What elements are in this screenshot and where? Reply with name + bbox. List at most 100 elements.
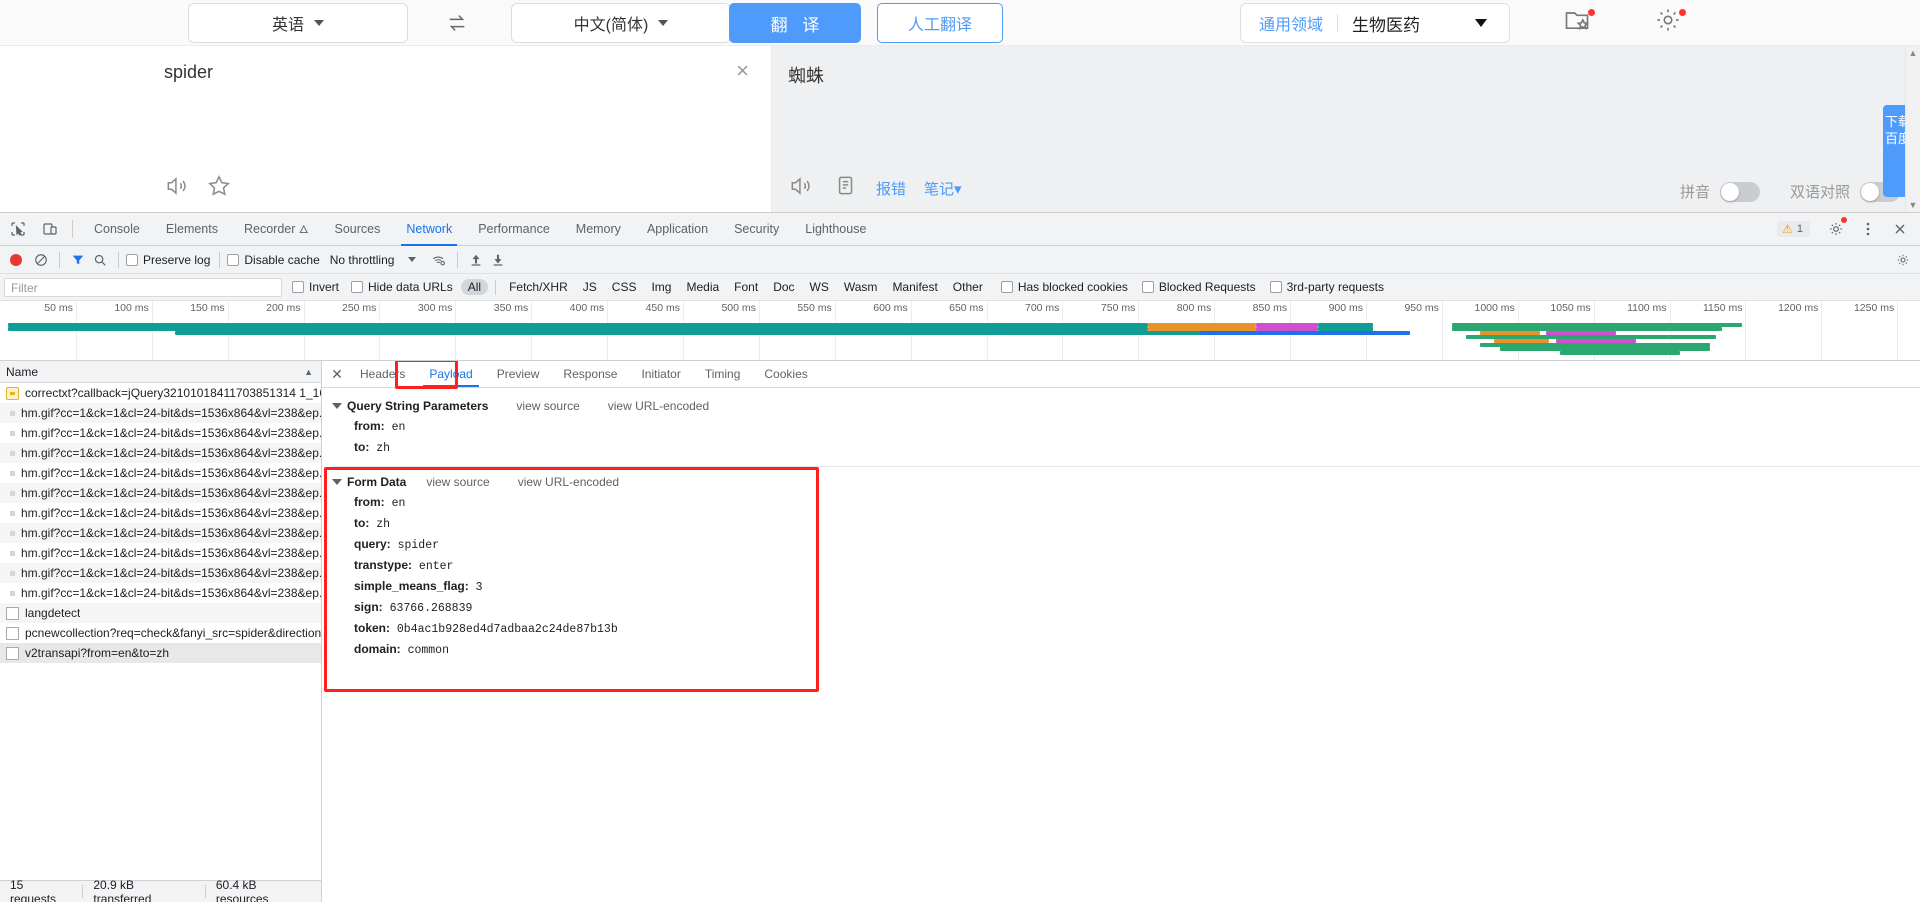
devtools-tab-performance[interactable]: Performance — [465, 213, 563, 246]
source-text[interactable]: spider — [164, 62, 213, 83]
close-detail-button[interactable]: ✕ — [326, 363, 348, 385]
devtools-tab-console[interactable]: Console — [81, 213, 153, 246]
network-overview-timeline[interactable]: 50 ms 100 ms 150 ms 200 ms 250 ms 300 ms 350 m… — [0, 301, 1920, 361]
page-scrollbar[interactable]: ▲ ▼ — [1905, 46, 1920, 212]
throttling-select[interactable]: No throttling — [330, 253, 395, 267]
scroll-up-arrow[interactable]: ▲ — [1906, 46, 1920, 60]
favorite-button[interactable] — [206, 173, 232, 204]
request-row[interactable]: hm.gif?cc=1&ck=1&cl=24-bit&ds=1536x864&v… — [0, 523, 321, 543]
form-view-source-link[interactable]: view source — [426, 475, 489, 489]
speaker-button-target[interactable] — [788, 173, 814, 204]
request-row[interactable]: hm.gif?cc=1&ck=1&cl=24-bit&ds=1536x864&v… — [0, 583, 321, 603]
devtools-tab-lighthouse[interactable]: Lighthouse — [792, 213, 879, 246]
filter-type-all[interactable]: All — [460, 279, 489, 295]
filter-type-manifest[interactable]: Manifest — [885, 279, 944, 295]
chevron-down-icon[interactable] — [408, 257, 417, 262]
source-language-select[interactable]: 英语 — [188, 3, 408, 43]
query-string-section-header[interactable]: Query String Parameters view source view… — [322, 396, 1920, 416]
clear-network-log-button[interactable] — [30, 249, 52, 271]
has-blocked-cookies-checkbox[interactable]: Has blocked cookies — [1000, 280, 1128, 294]
detail-tab-cookies[interactable]: Cookies — [752, 361, 819, 387]
filter-type-doc[interactable]: Doc — [766, 279, 801, 295]
target-language-select[interactable]: 中文(简体) — [511, 3, 731, 43]
form-data-section-header[interactable]: Form Data view source view URL-encoded — [322, 467, 1920, 492]
device-toolbar-button[interactable] — [36, 215, 64, 243]
request-row[interactable]: correctxt?callback=jQuery321010184117038… — [0, 383, 321, 403]
inspect-element-button[interactable] — [4, 215, 32, 243]
devtools-tab-application[interactable]: Application — [634, 213, 721, 246]
request-row[interactable]: pcnewcollection?req=check&fanyi_src=spid… — [0, 623, 321, 643]
devtools-tab-security[interactable]: Security — [721, 213, 792, 246]
record-button[interactable] — [10, 253, 22, 266]
devtools-tab-sources[interactable]: Sources — [322, 213, 394, 246]
clear-source-button[interactable]: × — [736, 60, 749, 82]
devtools-tab-elements[interactable]: Elements — [153, 213, 231, 246]
detail-tab-headers[interactable]: Headers — [348, 361, 417, 387]
filter-type-media[interactable]: Media — [679, 279, 726, 295]
third-party-requests-checkbox[interactable]: 3rd-party requests — [1269, 280, 1384, 294]
triangle-down-icon[interactable] — [332, 479, 342, 485]
search-button[interactable] — [89, 249, 111, 271]
hide-data-urls-checkbox[interactable]: Hide data URLs — [351, 280, 453, 294]
request-row[interactable]: hm.gif?cc=1&ck=1&cl=24-bit&ds=1536x864&v… — [0, 503, 321, 523]
notes-link[interactable]: 笔记▾ — [924, 178, 962, 199]
speaker-button[interactable] — [164, 173, 190, 204]
swap-languages-button[interactable] — [437, 8, 477, 38]
detail-tab-initiator[interactable]: Initiator — [629, 361, 692, 387]
settings-button[interactable] — [1654, 6, 1688, 40]
devtools-tab-memory[interactable]: Memory — [563, 213, 634, 246]
request-row[interactable]: hm.gif?cc=1&ck=1&cl=24-bit&ds=1536x864&v… — [0, 563, 321, 583]
query-view-source-link[interactable]: view source — [516, 399, 579, 413]
request-row[interactable]: hm.gif?cc=1&ck=1&cl=24-bit&ds=1536x864&v… — [0, 443, 321, 463]
pinyin-toggle[interactable] — [1720, 181, 1760, 202]
filter-type-css[interactable]: CSS — [605, 279, 644, 295]
filter-type-font[interactable]: Font — [727, 279, 765, 295]
devtools-close-button[interactable] — [1886, 215, 1914, 243]
request-row[interactable]: langdetect — [0, 603, 321, 623]
filter-type-wasm[interactable]: Wasm — [837, 279, 885, 295]
copy-button[interactable] — [832, 173, 858, 204]
preserve-log-checkbox[interactable]: Preserve log — [126, 253, 210, 267]
invert-checkbox[interactable]: Invert — [292, 280, 339, 294]
request-row[interactable]: hm.gif?cc=1&ck=1&cl=24-bit&ds=1536x864&v… — [0, 423, 321, 443]
detail-tab-payload[interactable]: Payload — [417, 361, 484, 387]
scroll-down-arrow[interactable]: ▼ — [1906, 198, 1920, 212]
devtools-settings-button[interactable] — [1822, 215, 1850, 243]
filter-input[interactable]: Filter — [4, 277, 282, 297]
query-view-url-encoded-link[interactable]: view URL-encoded — [608, 399, 709, 413]
filter-type-img[interactable]: Img — [644, 279, 678, 295]
filter-type-ws[interactable]: WS — [803, 279, 836, 295]
translate-button[interactable]: 翻 译 — [729, 3, 861, 43]
request-row[interactable]: hm.gif?cc=1&ck=1&cl=24-bit&ds=1536x864&v… — [0, 403, 321, 423]
import-har-button[interactable] — [465, 249, 487, 271]
detail-tab-response[interactable]: Response — [551, 361, 629, 387]
detail-tab-preview[interactable]: Preview — [485, 361, 552, 387]
blocked-requests-checkbox[interactable]: Blocked Requests — [1141, 280, 1256, 294]
request-list-header[interactable]: Name ▲ — [0, 361, 321, 383]
triangle-down-icon[interactable] — [332, 403, 342, 409]
sort-ascending-icon[interactable]: ▲ — [304, 367, 313, 377]
request-row[interactable]: hm.gif?cc=1&ck=1&cl=24-bit&ds=1536x864&v… — [0, 483, 321, 503]
network-conditions-button[interactable] — [428, 249, 450, 271]
filter-type-other[interactable]: Other — [946, 279, 990, 295]
devtools-tab-recorder[interactable]: Recorder 🜂 — [231, 213, 322, 246]
request-row[interactable]: hm.gif?cc=1&ck=1&cl=24-bit&ds=1536x864&v… — [0, 543, 321, 563]
devtools-more-button[interactable] — [1854, 215, 1882, 243]
export-har-button[interactable] — [487, 249, 509, 271]
form-view-url-encoded-link[interactable]: view URL-encoded — [518, 475, 619, 489]
request-list[interactable]: Name ▲ correctxt?callback=jQuery32101018… — [0, 361, 322, 902]
filter-type-fetch-xhr[interactable]: Fetch/XHR — [502, 279, 575, 295]
network-settings-button[interactable] — [1892, 249, 1914, 271]
disable-cache-checkbox[interactable]: Disable cache — [227, 253, 320, 267]
human-translate-button[interactable]: 人工翻译 — [877, 3, 1003, 43]
request-row[interactable]: hm.gif?cc=1&ck=1&cl=24-bit&ds=1536x864&v… — [0, 463, 321, 483]
devtools-tab-network[interactable]: Network — [393, 213, 465, 246]
collect-button[interactable] — [1563, 6, 1597, 40]
detail-tab-timing[interactable]: Timing — [693, 361, 753, 387]
domain-select[interactable]: 通用领域 生物医药 — [1240, 3, 1510, 43]
report-error-link[interactable]: 报错 — [876, 178, 906, 199]
filter-toggle-button[interactable] — [67, 249, 89, 271]
warning-count-badge[interactable]: ⚠ 1 — [1777, 221, 1810, 237]
filter-type-js[interactable]: JS — [576, 279, 604, 295]
request-row[interactable]: v2transapi?from=en&to=zh — [0, 643, 321, 663]
